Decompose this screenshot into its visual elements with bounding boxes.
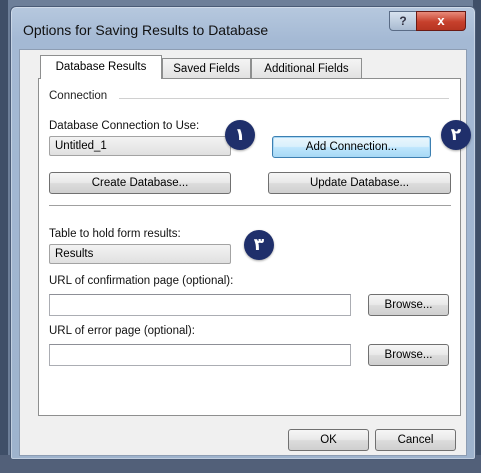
section-separator <box>49 205 451 207</box>
close-icon: x <box>437 13 445 28</box>
db-connection-select[interactable]: Untitled_1 <box>49 136 231 156</box>
browse-confirmation-button[interactable]: Browse... <box>368 294 449 316</box>
confirmation-url-label: URL of confirmation page (optional): <box>49 275 234 287</box>
ok-button[interactable]: OK <box>288 429 369 451</box>
annotation-badge-1: ١ <box>225 120 255 150</box>
help-button[interactable]: ? <box>389 11 417 31</box>
tab-additional-fields[interactable]: Additional Fields <box>251 58 362 78</box>
update-database-button[interactable]: Update Database... <box>268 172 451 194</box>
error-url-input[interactable] <box>49 344 351 366</box>
annotation-badge-2: ٢ <box>441 120 471 150</box>
dialog-body: Database Results Saved Fields Additional… <box>19 49 467 456</box>
options-dialog: Options for Saving Results to Database ?… <box>10 6 476 460</box>
browse-error-button[interactable]: Browse... <box>368 344 449 366</box>
dialog-title: Options for Saving Results to Database <box>23 22 269 38</box>
results-table-select[interactable]: Results <box>49 244 231 264</box>
connection-group-line <box>119 98 449 99</box>
create-database-button[interactable]: Create Database... <box>49 172 231 194</box>
results-table-label: Table to hold form results: <box>49 228 181 240</box>
add-connection-button[interactable]: Add Connection... <box>272 136 431 158</box>
confirmation-url-input[interactable] <box>49 294 351 316</box>
background-left-edge <box>0 0 8 473</box>
help-icon: ? <box>399 14 407 28</box>
connection-group-label: Connection <box>49 90 108 102</box>
cancel-button[interactable]: Cancel <box>375 429 456 451</box>
tab-database-results[interactable]: Database Results <box>40 55 162 79</box>
error-url-label: URL of error page (optional): <box>49 325 195 337</box>
annotation-badge-3: ٣ <box>244 230 274 260</box>
close-button[interactable]: x <box>416 11 466 31</box>
tab-saved-fields[interactable]: Saved Fields <box>162 58 251 78</box>
db-connection-label: Database Connection to Use: <box>49 120 200 132</box>
